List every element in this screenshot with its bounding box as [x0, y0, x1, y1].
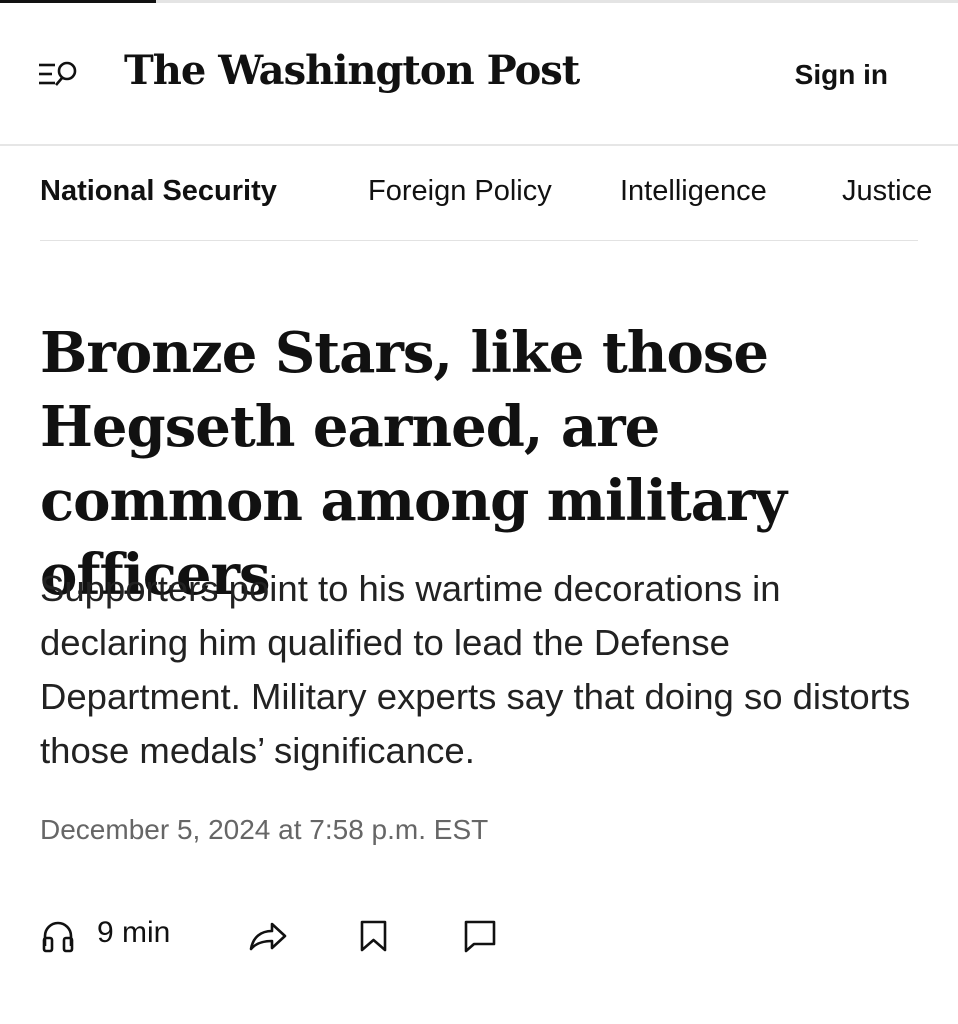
article-actions: 9 min	[40, 912, 560, 958]
save-button[interactable]	[356, 912, 392, 958]
comments-button[interactable]	[460, 912, 500, 958]
nav-item-intelligence[interactable]: Intelligence	[620, 175, 767, 208]
sign-in-link[interactable]: Sign in	[795, 59, 888, 91]
listen-button[interactable]: 9 min	[40, 912, 180, 958]
comment-icon	[464, 920, 496, 953]
nav-item-national-security[interactable]: National Security	[40, 175, 277, 208]
headphones-icon	[42, 921, 74, 953]
nav-item-justice[interactable]: Justice	[842, 175, 932, 208]
nav-item-foreign-policy[interactable]: Foreign Policy	[368, 175, 552, 208]
menu-search-icon[interactable]	[38, 60, 84, 90]
bookmark-icon	[360, 920, 387, 952]
masthead-logo[interactable]: The Washington Post	[124, 47, 580, 94]
site-header: The Washington Post Sign in	[0, 3, 958, 146]
article-subheadline: Supporters point to his wartime decorati…	[40, 568, 911, 771]
listen-duration: 9 min	[97, 916, 171, 949]
article-dateline: December 5, 2024 at 7:58 p.m. EST	[40, 814, 489, 845]
share-icon	[249, 922, 287, 951]
share-button[interactable]	[245, 912, 289, 958]
nav-divider	[40, 240, 918, 241]
section-nav: National Security Foreign Policy Intelli…	[40, 175, 958, 215]
